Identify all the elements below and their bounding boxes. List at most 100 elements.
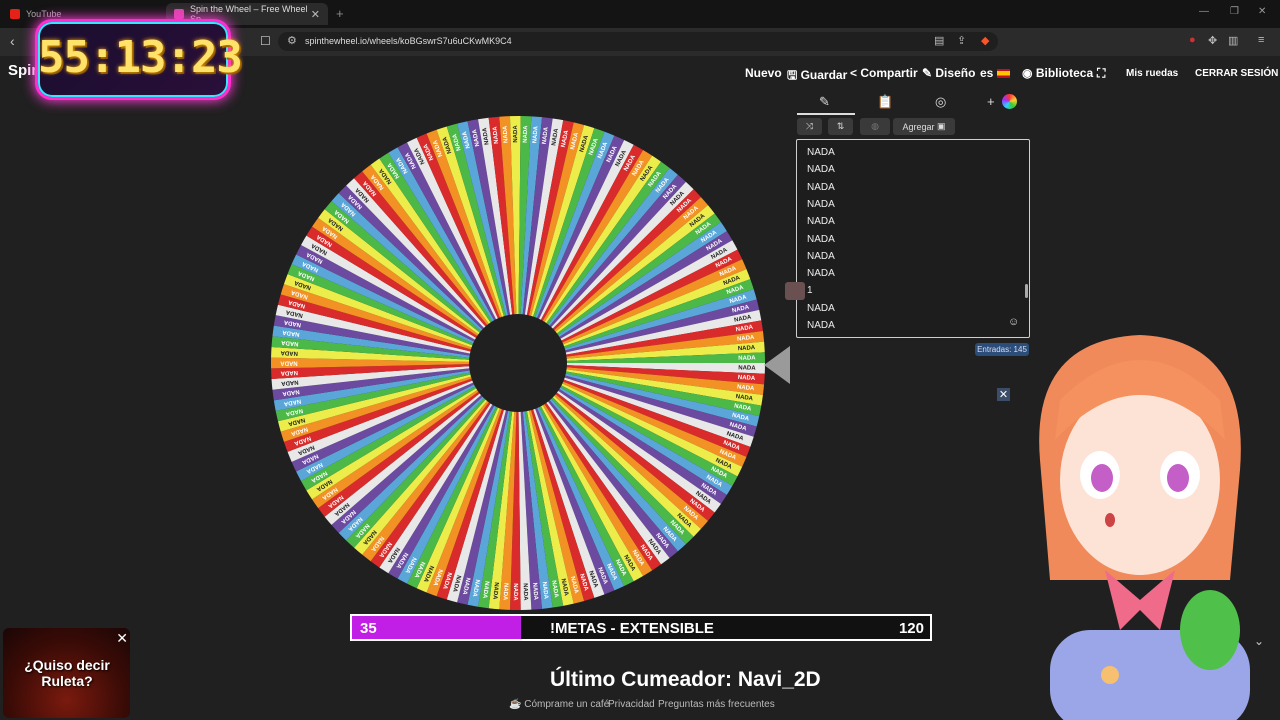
minimize-icon[interactable]: —	[1199, 6, 1209, 17]
tab-label: Spin the Wheel – Free Wheel Sp	[190, 4, 308, 24]
compartir-button[interactable]: < Compartir	[850, 66, 918, 80]
spinthewheel-favicon-icon	[174, 9, 184, 19]
globe-icon: ◉	[1022, 66, 1036, 80]
share-icon[interactable]: ⇪	[957, 34, 966, 47]
entry-line[interactable]: NADA	[807, 199, 835, 210]
privacidad-link[interactable]: Privacidad	[608, 699, 655, 710]
goal-current: 35	[360, 620, 377, 637]
close-icon[interactable]: ✕	[997, 388, 1010, 401]
compartir-label: Compartir	[860, 66, 918, 80]
wheel-segment-label: NADA	[280, 369, 298, 376]
guardar-button[interactable]: 🖫 Guardar	[787, 66, 847, 87]
entry-line[interactable]: NADA	[807, 320, 835, 331]
hide-eye-icon[interactable]: ◎	[935, 94, 946, 110]
back-icon[interactable]: ‹	[10, 33, 15, 49]
pencil-icon: ✎	[922, 66, 936, 80]
wheel-segment-label: NADA	[280, 349, 298, 356]
ultimo-cumeador-text: Último Cumeador: Navi_2D	[550, 668, 821, 691]
preguntas-link[interactable]: Preguntas más frecuentes	[658, 699, 775, 710]
color-palette-icon[interactable]	[1002, 94, 1017, 109]
agregar-label: Agregar	[902, 121, 935, 132]
biblioteca-label: Biblioteca	[1035, 66, 1094, 80]
wheel-center[interactable]	[469, 314, 567, 412]
entries-scrollbar[interactable]	[1025, 284, 1028, 298]
mis-ruedas-button[interactable]: Mis ruedas	[1126, 68, 1178, 79]
user-avatar	[785, 282, 805, 300]
close-icon[interactable]: ✕	[116, 630, 128, 647]
close-tab-icon[interactable]: ✕	[311, 8, 320, 21]
youtube-favicon-icon	[10, 9, 20, 19]
entry-line[interactable]: NADA	[807, 303, 835, 314]
goal-target: 120	[898, 620, 924, 637]
timer-text: 55:13:23	[38, 32, 243, 83]
brave-shield-icon[interactable]: ◆	[981, 34, 989, 47]
entry-line[interactable]: NADA	[807, 268, 835, 279]
cafe-label: Cómprame un café	[524, 699, 610, 710]
wheel-segment-label: NADA	[512, 583, 518, 601]
biblioteca-button[interactable]: ◉ Biblioteca	[1022, 66, 1093, 80]
wheel-segment-label: NADA	[738, 345, 756, 352]
wheel-segment-label: NADA	[738, 375, 756, 382]
spain-flag-icon	[996, 69, 1010, 79]
guardar-label: Guardar	[800, 68, 848, 82]
image-disabled-icon: ◍	[860, 118, 890, 135]
edit-pencil-icon[interactable]: ✎	[819, 94, 830, 110]
fullscreen-icon[interactable]: ⛶	[1097, 66, 1105, 81]
diseno-label: Diseño	[935, 66, 976, 80]
wheel-segment-label: NADA	[503, 125, 510, 143]
maximize-icon[interactable]: ❐	[1230, 6, 1239, 17]
chevron-down-icon[interactable]: ⌄	[1254, 634, 1264, 648]
roulette-overlay: ✕ ¿Quiso decir Ruleta?	[3, 628, 130, 718]
record-icon[interactable]: ●	[1189, 34, 1196, 46]
wheel-segment-label: NADA	[523, 125, 530, 143]
cerrar-sesion-button[interactable]: CERRAR SESIÓN	[1195, 68, 1278, 79]
save-icon: 🖫	[787, 68, 801, 82]
agregar-button[interactable]: Agregar ▣	[893, 118, 955, 135]
extensions-icon[interactable]: ✥	[1208, 34, 1217, 47]
site-info-icon[interactable]: ⚙	[287, 34, 297, 47]
url-text[interactable]: spinthewheel.io/wheels/koBGswrS7u6uCKwMK…	[305, 36, 512, 46]
wheel-segment-label: NADA	[280, 359, 298, 365]
entry-line[interactable]: NADA	[807, 147, 835, 158]
menu-icon[interactable]: ≡	[1258, 34, 1264, 46]
entry-line[interactable]: NADA	[807, 234, 835, 245]
coffee-icon: ☕	[509, 699, 525, 710]
entry-line[interactable]: NADA	[807, 182, 835, 193]
entries-textarea[interactable]: NADA NADA NADA NADA NADA NADA NADA NADA 1 NADA NAD…	[796, 139, 1030, 338]
entry-line[interactable]: NADA	[807, 164, 835, 175]
wheel-pointer	[764, 346, 790, 384]
wheel-segment-label: NADA	[502, 583, 509, 601]
goal-progress-fill	[352, 616, 521, 639]
wheel-segment-label: NADA	[513, 125, 519, 143]
language-label: es	[980, 66, 994, 80]
reader-icon[interactable]: ▤	[934, 34, 944, 47]
nuevo-button[interactable]: Nuevo	[745, 66, 782, 80]
image-icon: ▣	[937, 121, 946, 131]
stream-timer: 55:13:23	[38, 22, 243, 97]
language-button[interactable]: es	[980, 66, 1010, 80]
clipboard-icon[interactable]: 📋	[877, 94, 893, 110]
share-icon: <	[850, 66, 861, 80]
wheel-segment-label: NADA	[522, 583, 529, 601]
entry-line[interactable]: NADA	[807, 216, 835, 227]
tab-label: YouTube	[26, 9, 62, 19]
close-window-icon[interactable]: ✕	[1258, 6, 1266, 17]
wheel-segment-label: NADA	[738, 365, 756, 371]
sort-icon[interactable]: ⇅	[828, 118, 853, 135]
add-plus-icon[interactable]: +	[987, 94, 995, 109]
bookmark-icon[interactable]: ☐	[260, 34, 271, 48]
wheel-segment-label: NADA	[738, 355, 756, 361]
entry-line[interactable]: NADA	[807, 251, 835, 262]
shuffle-icon[interactable]: ⤨	[797, 118, 822, 135]
entry-line[interactable]: 1	[807, 285, 813, 296]
sidebar-icon[interactable]: ▥	[1228, 34, 1238, 47]
cafe-link[interactable]: ☕ Cómprame un café	[509, 699, 609, 710]
new-tab-icon[interactable]: +	[336, 6, 344, 21]
emoji-icon[interactable]: ☺	[1008, 316, 1019, 328]
vtuber-avatar	[1039, 335, 1250, 720]
diseno-button[interactable]: ✎ Diseño	[922, 66, 975, 80]
spin-wheel[interactable]: NADANADANADANADANADANADANADANADANADANADA…	[270, 108, 766, 618]
active-tab-indicator	[797, 113, 855, 115]
goal-title: !METAS - EXTENSIBLE	[550, 620, 714, 637]
goal-bar: 35 !METAS - EXTENSIBLE 120	[350, 614, 932, 641]
